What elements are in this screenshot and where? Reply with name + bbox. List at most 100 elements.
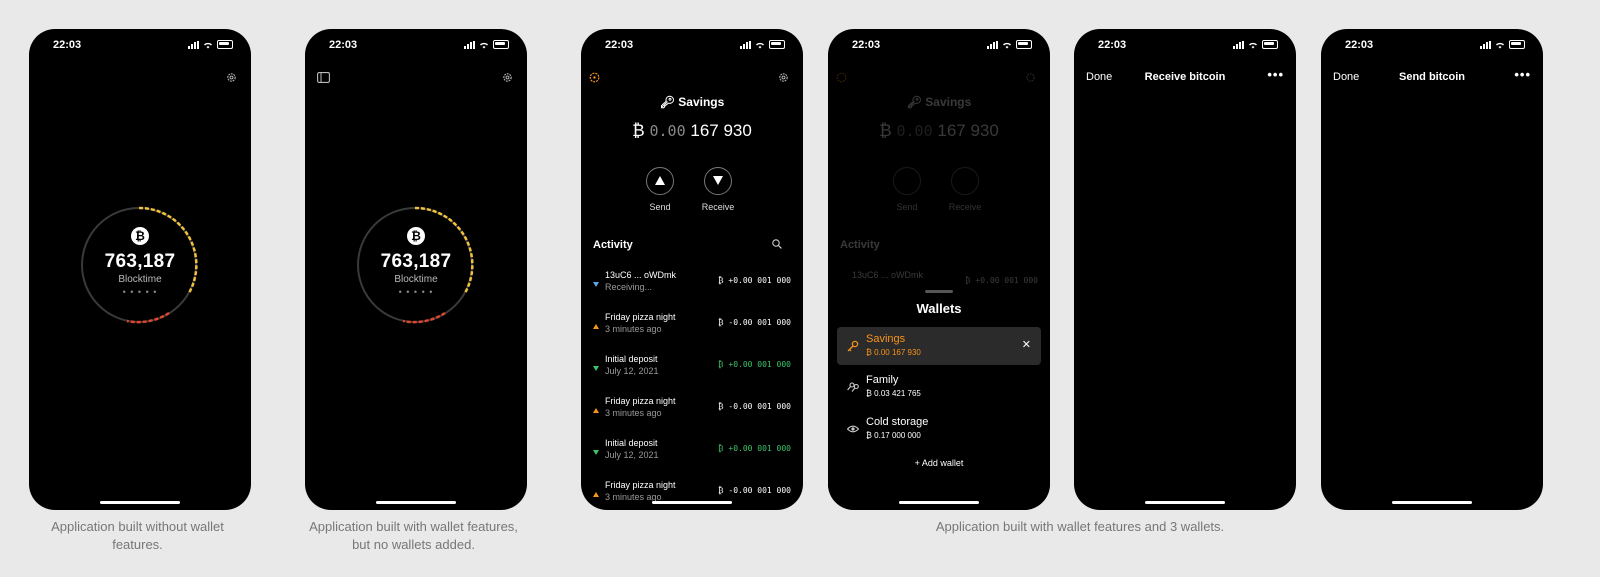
blocktime-mini-icon[interactable] [589, 72, 600, 83]
signal-icon [740, 40, 751, 49]
caption-no-wallets: Application built with wallet features, … [309, 519, 518, 552]
block-height: 763,187 [104, 251, 176, 272]
transaction-subtitle: July 12, 2021 [605, 450, 659, 460]
transaction-name: Initial deposit [605, 438, 658, 448]
status-bar: 22:03 [1321, 39, 1543, 51]
block-height: 763,187 [380, 251, 452, 272]
transaction-name: Friday pizza night [605, 480, 676, 490]
home-indicator[interactable] [1145, 501, 1225, 504]
home-indicator[interactable] [1392, 501, 1472, 504]
blocktime-label: Blocktime [394, 274, 438, 285]
signal-icon [464, 40, 475, 49]
blocktime-mini-icon [836, 72, 847, 83]
transaction-subtitle: Receiving... [605, 282, 653, 292]
status-bar: 22:03 [305, 39, 527, 51]
add-wallet-button[interactable]: + Add wallet [828, 458, 1050, 468]
status-time: 22:03 [53, 39, 82, 51]
transaction-amount: ₿ +0.00 001 000 [718, 444, 791, 453]
transaction-subtitle: 3 minutes ago [605, 324, 662, 334]
status-time: 22:03 [605, 39, 634, 51]
receive-button: Receive [945, 167, 985, 212]
phone-wallet-savings: 22:03 🔑︎ Savings ₿ 0.00 167 930 Send Rec… [581, 29, 803, 510]
more-options-icon[interactable]: ••• [1267, 67, 1284, 82]
transaction-subtitle: July 12, 2021 [605, 366, 659, 376]
arrow-down-icon [593, 366, 599, 371]
signal-icon [1480, 40, 1491, 49]
wallet-name: Cold storage [866, 416, 929, 428]
wallet-balance: ₿ 0.03 421 765 [866, 389, 921, 398]
home-indicator[interactable] [652, 501, 732, 504]
activity-heading: Activity [840, 239, 880, 251]
transaction-name: Initial deposit [605, 354, 658, 364]
transaction-row[interactable]: Initial deposit July 12, 2021 ₿ +0.00 001 … [581, 438, 803, 474]
wifi-icon [480, 42, 488, 48]
page-dots: • • • • • [398, 287, 434, 297]
transaction-row[interactable]: Friday pizza night 3 minutes ago ₿ -0.00 0… [581, 480, 803, 510]
battery-icon [1509, 40, 1525, 49]
wifi-icon [1249, 42, 1257, 48]
wallet-balance: ₿ 0.00 167 930 [866, 348, 921, 357]
wallet-icon[interactable] [317, 72, 330, 83]
key-icon: 🔑︎ [906, 95, 926, 109]
receive-button[interactable]: Receive [698, 167, 738, 212]
phone-no-wallets: 22:03 ₿ 763,187 Blocktime • • • • • [305, 29, 527, 510]
wallet-balance: ₿ 0.00 167 930 [879, 121, 999, 140]
more-options-icon[interactable]: ••• [1514, 67, 1531, 82]
settings-gear-icon[interactable] [502, 72, 513, 83]
status-bar: 22:03 [581, 39, 803, 51]
signal-icon [188, 40, 199, 49]
receive-label: Receive [701, 202, 735, 212]
close-icon[interactable]: ✕ [1022, 338, 1031, 351]
eye-icon [847, 425, 859, 433]
battery-icon [769, 40, 785, 49]
home-indicator[interactable] [100, 501, 180, 504]
transaction-name: Friday pizza night [605, 396, 676, 406]
phone-no-wallet-features: 22:03 ₿ 763,187 Blocktime • • • • • [29, 29, 251, 510]
wallet-item-cold-storage[interactable]: Cold storage ₿ 0.17 000 000 [837, 410, 1041, 448]
wallet-name: Family [866, 374, 899, 386]
transaction-row[interactable]: 13uC6 ... oWDmk Receiving... ₿ +0.00 001 0… [581, 270, 803, 306]
status-bar: 22:03 [29, 39, 251, 51]
wallet-name: Savings [866, 333, 906, 345]
status-time: 22:03 [1098, 39, 1127, 51]
wallet-item-savings[interactable]: Savings ₿ 0.00 167 930 ✕ [837, 327, 1041, 365]
arrow-down-icon [713, 176, 723, 185]
arrow-up-icon [655, 176, 665, 185]
search-icon[interactable] [772, 239, 782, 249]
signal-icon [1233, 40, 1244, 49]
transaction-name: 13uC6 ... oWDmk [605, 270, 677, 280]
sheet-grabber[interactable] [925, 290, 953, 293]
wallet-title[interactable]: 🔑︎ Savings [581, 95, 803, 109]
settings-gear-icon[interactable] [778, 72, 789, 83]
dynamic-island [901, 33, 974, 55]
transaction-row[interactable]: Friday pizza night 3 minutes ago ₿ -0.00 0… [581, 312, 803, 348]
page-dots: • • • • • [122, 287, 158, 297]
home-indicator[interactable] [899, 501, 979, 504]
transaction-amount: ₿ -0.00 001 000 [718, 486, 791, 495]
status-time: 22:03 [329, 39, 358, 51]
nav-bar: Done Send bitcoin ••• [1321, 67, 1543, 86]
caption-no-wallet-features: Application built without wallet feature… [51, 519, 224, 552]
transaction-name: Friday pizza night [605, 312, 676, 322]
bitcoin-icon: ₿ [407, 227, 425, 245]
transaction-row[interactable]: Friday pizza night 3 minutes ago ₿ -0.00 0… [581, 396, 803, 432]
transaction-row[interactable]: Initial deposit July 12, 2021 ₿ +0.00 001 … [581, 354, 803, 390]
wallet-item-family[interactable]: Family ₿ 0.03 421 765 [837, 368, 1041, 406]
phone-wallet-switcher: 22:03 🔑︎ Savings ₿ 0.00 167 930 Send Rec… [828, 29, 1050, 510]
home-indicator[interactable] [376, 501, 456, 504]
battery-icon [1262, 40, 1278, 49]
arrow-up-icon [593, 324, 599, 329]
send-button[interactable]: Send [640, 167, 680, 212]
battery-icon [217, 40, 233, 49]
arrow-down-icon [593, 450, 599, 455]
nav-title: Send bitcoin [1399, 71, 1465, 83]
wallet-balance: ₿ 0.00 167 930 [632, 121, 752, 140]
nav-bar: Done Receive bitcoin ••• [1074, 67, 1296, 86]
settings-gear-icon[interactable] [226, 72, 237, 83]
status-bar: 22:03 [1074, 39, 1296, 51]
arrow-up-icon [593, 492, 599, 497]
transaction-amount: ₿ -0.00 001 000 [718, 318, 791, 327]
wallet-title: 🔑︎ Savings [906, 95, 972, 109]
transaction-subtitle: 3 minutes ago [605, 408, 662, 418]
bitcoin-icon: ₿ [131, 227, 149, 245]
